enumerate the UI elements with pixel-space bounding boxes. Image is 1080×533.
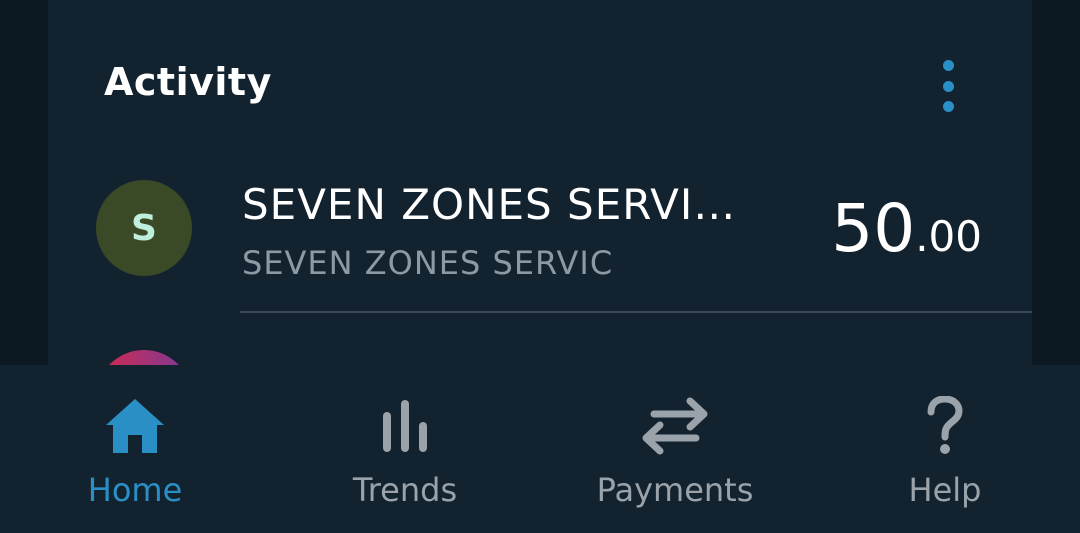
nav-label-home: Home (87, 471, 183, 509)
nav-label-trends: Trends (352, 471, 458, 509)
kebab-menu-icon[interactable] (934, 58, 962, 114)
nav-item-home[interactable]: Home (0, 365, 270, 533)
transfer-arrows-icon (640, 393, 710, 459)
home-icon (104, 393, 166, 459)
divider (240, 311, 1032, 313)
amount-decimal: .00 (915, 212, 982, 261)
bar-chart-icon (381, 393, 429, 459)
transaction-name: SEVEN ZONES SERVI… (242, 180, 737, 229)
activity-card: Activity S SEVEN ZONES SERVI… SEVEN ZONE… (48, 0, 1032, 380)
nav-label-payments: Payments (596, 471, 754, 509)
nav-label-help: Help (908, 471, 982, 509)
amount-integer: 50 (831, 190, 916, 267)
transaction-amount: 50.00 (831, 190, 982, 267)
activity-title: Activity (104, 60, 272, 104)
nav-item-help[interactable]: Help (810, 365, 1080, 533)
avatar: S (96, 180, 192, 276)
question-mark-icon (925, 393, 965, 459)
nav-item-payments[interactable]: Payments (540, 365, 810, 533)
nav-item-trends[interactable]: Trends (270, 365, 540, 533)
transaction-subtitle: SEVEN ZONES SERVIC (242, 244, 614, 282)
bottom-nav: Home Trends Payments Help (0, 365, 1080, 533)
